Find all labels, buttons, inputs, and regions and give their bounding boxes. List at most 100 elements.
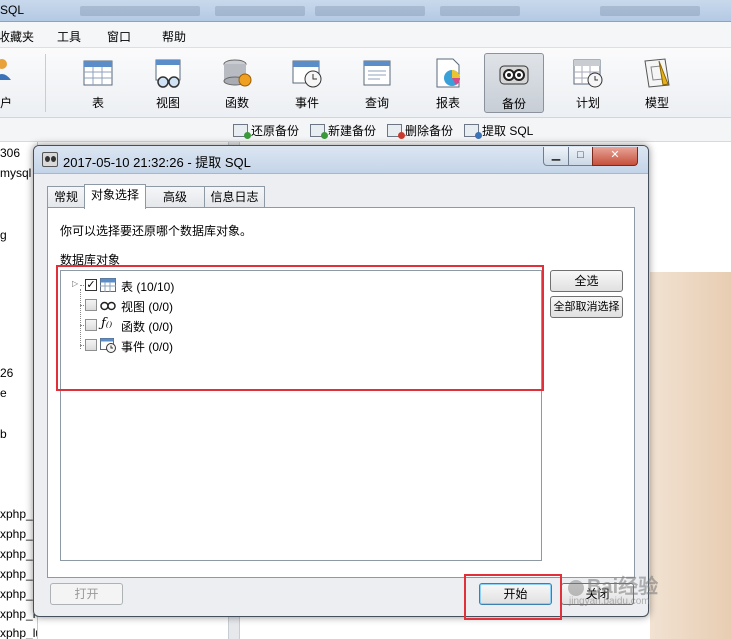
watermark-text: Bai经验	[587, 576, 659, 598]
toolbar-report-label: 报表	[435, 96, 460, 110]
extract-sql-dialog: 2017-05-10 21:32:26 - 提取 SQL ▁ □ ✕ 常规 对象…	[33, 145, 649, 617]
new-backup-label: 新建备份	[328, 123, 377, 138]
user-icon	[0, 59, 11, 80]
restore-backup-icon	[233, 123, 251, 139]
connection-tree-item[interactable]: mysql	[0, 166, 31, 180]
connection-tree-item[interactable]: b	[0, 427, 7, 441]
toolbar-event-label: 事件	[294, 96, 319, 110]
event-icon	[100, 338, 116, 353]
dialog-titlebar[interactable]: 2017-05-10 21:32:26 - 提取 SQL ▁ □ ✕	[34, 146, 648, 174]
table-icon	[100, 278, 116, 292]
query-icon	[363, 60, 391, 86]
toolbar-schedule-button[interactable]: 计划	[558, 53, 618, 113]
events-checkbox[interactable]	[85, 339, 97, 351]
menu-tools[interactable]: 工具	[57, 28, 81, 45]
deselect-all-button[interactable]: 全部取消选择	[550, 296, 623, 318]
tree-item-label: 事件 (0/0)	[121, 340, 174, 354]
background-panel	[650, 272, 731, 639]
connection-tree-item[interactable]: xphp_l	[0, 587, 35, 601]
toolbar-function-label: 函数	[224, 96, 249, 110]
backup-subtoolbar: 还原备份 新建备份 删除备份 提取 SQL	[0, 118, 731, 142]
tables-checkbox[interactable]: ✓	[85, 279, 97, 291]
menu-favorites[interactable]: 收藏夹	[0, 28, 34, 45]
toolbar-model-button[interactable]: 模型	[627, 53, 687, 113]
maximize-button[interactable]: □	[568, 147, 593, 166]
toolbar-function-button[interactable]: 函数	[207, 53, 267, 113]
close-window-button[interactable]: ✕	[592, 147, 638, 166]
restore-backup-button[interactable]: 还原备份	[233, 122, 300, 139]
toolbar-user-label[interactable]: 户	[0, 94, 12, 111]
new-backup-icon	[310, 123, 328, 139]
connection-tree-item[interactable]: g	[0, 228, 7, 242]
toolbar-table-button[interactable]: 表	[68, 53, 128, 113]
object-selection-description: 你可以选择要还原哪个数据库对象。	[60, 224, 253, 238]
toolbar-event-button[interactable]: 事件	[277, 53, 337, 113]
delete-backup-button[interactable]: 删除备份	[387, 122, 454, 139]
toolbar-model-label: 模型	[644, 96, 669, 110]
toolbar-backup-button[interactable]: 备份	[484, 53, 544, 113]
toolbar-query-label: 查询	[364, 96, 389, 110]
delete-backup-icon	[387, 123, 405, 139]
tree-item-label: 视图 (0/0)	[121, 300, 174, 314]
function-icon: ƒ₍₎	[101, 316, 113, 331]
connection-tree-item[interactable]: e	[0, 386, 7, 400]
tab-info-log[interactable]: 信息日志	[204, 186, 265, 208]
model-icon	[644, 58, 670, 88]
background-tab	[440, 6, 520, 16]
start-button[interactable]: 开始	[479, 583, 552, 605]
report-icon	[436, 58, 461, 88]
tab-advanced[interactable]: 高级	[145, 186, 205, 208]
schedule-icon	[573, 59, 603, 88]
tree-connector	[80, 289, 81, 349]
extract-sql-label: 提取 SQL	[482, 123, 534, 138]
menu-window[interactable]: 窗口	[107, 28, 131, 45]
function-icon	[223, 59, 252, 87]
connection-tree-item[interactable]: 306	[0, 146, 20, 160]
connection-tree-item[interactable]: xphp_l	[0, 607, 35, 621]
connection-tree-item[interactable]: 26	[0, 366, 13, 380]
select-all-button[interactable]: 全选	[550, 270, 623, 292]
watermark-subtext: jingyan.baidu.com	[569, 596, 650, 607]
minimize-icon: ▁	[551, 149, 561, 161]
toolbar-separator	[45, 54, 46, 112]
background-tab	[600, 6, 700, 16]
database-objects-tree[interactable]: ▷ ✓ 表 (10/10) 视图 (0/0) ƒ₍₎ 函数 (0/0) 事件 (…	[60, 270, 542, 561]
backup-icon	[499, 65, 529, 85]
background-tab	[315, 6, 425, 16]
app-titlebar: SQL	[0, 0, 731, 22]
views-checkbox[interactable]	[85, 299, 97, 311]
toolbar-schedule-label: 计划	[575, 96, 600, 110]
toolbar-view-button[interactable]: 视图	[138, 53, 198, 113]
dialog-title: 2017-05-10 21:32:26 - 提取 SQL	[63, 155, 251, 170]
connection-tree-item[interactable]: xphp_lunbo	[0, 626, 37, 639]
tab-general[interactable]: 常规	[47, 186, 85, 208]
watermark: Bai经验 jingyan.baidu.com	[565, 570, 659, 607]
connection-tree-item[interactable]: xphp_	[0, 527, 33, 541]
restore-backup-label: 还原备份	[251, 123, 300, 138]
main-toolbar: 户 表 视图 函数 事件 查询 报表 备份 计划 模型	[0, 48, 731, 118]
toolbar-view-label: 视图	[155, 96, 180, 110]
open-button[interactable]: 打开	[50, 583, 123, 605]
connection-tree-item[interactable]: xphp_i	[0, 567, 35, 581]
tree-item-label: 表 (10/10)	[121, 280, 175, 294]
delete-backup-label: 删除备份	[405, 123, 454, 138]
menu-help[interactable]: 帮助	[162, 28, 186, 45]
toolbar-table-label: 表	[91, 96, 104, 110]
toolbar-query-button[interactable]: 查询	[347, 53, 407, 113]
expand-arrow-icon[interactable]: ▷	[72, 279, 78, 288]
background-tab	[215, 6, 305, 16]
extract-sql-icon	[464, 123, 482, 139]
database-objects-label: 数据库对象	[60, 253, 121, 267]
toolbar-report-button[interactable]: 报表	[418, 53, 478, 113]
background-tab	[80, 6, 200, 16]
functions-checkbox[interactable]	[85, 319, 97, 331]
minimize-button[interactable]: ▁	[543, 147, 569, 166]
maximize-icon: □	[577, 149, 584, 161]
extract-sql-button[interactable]: 提取 SQL	[464, 122, 534, 139]
app-title: SQL	[0, 3, 25, 17]
new-backup-button[interactable]: 新建备份	[310, 122, 377, 139]
toolbar-backup-label: 备份	[501, 97, 526, 111]
paw-icon	[568, 579, 584, 596]
close-icon: ✕	[610, 149, 620, 161]
tab-object-selection[interactable]: 对象选择	[84, 184, 146, 209]
